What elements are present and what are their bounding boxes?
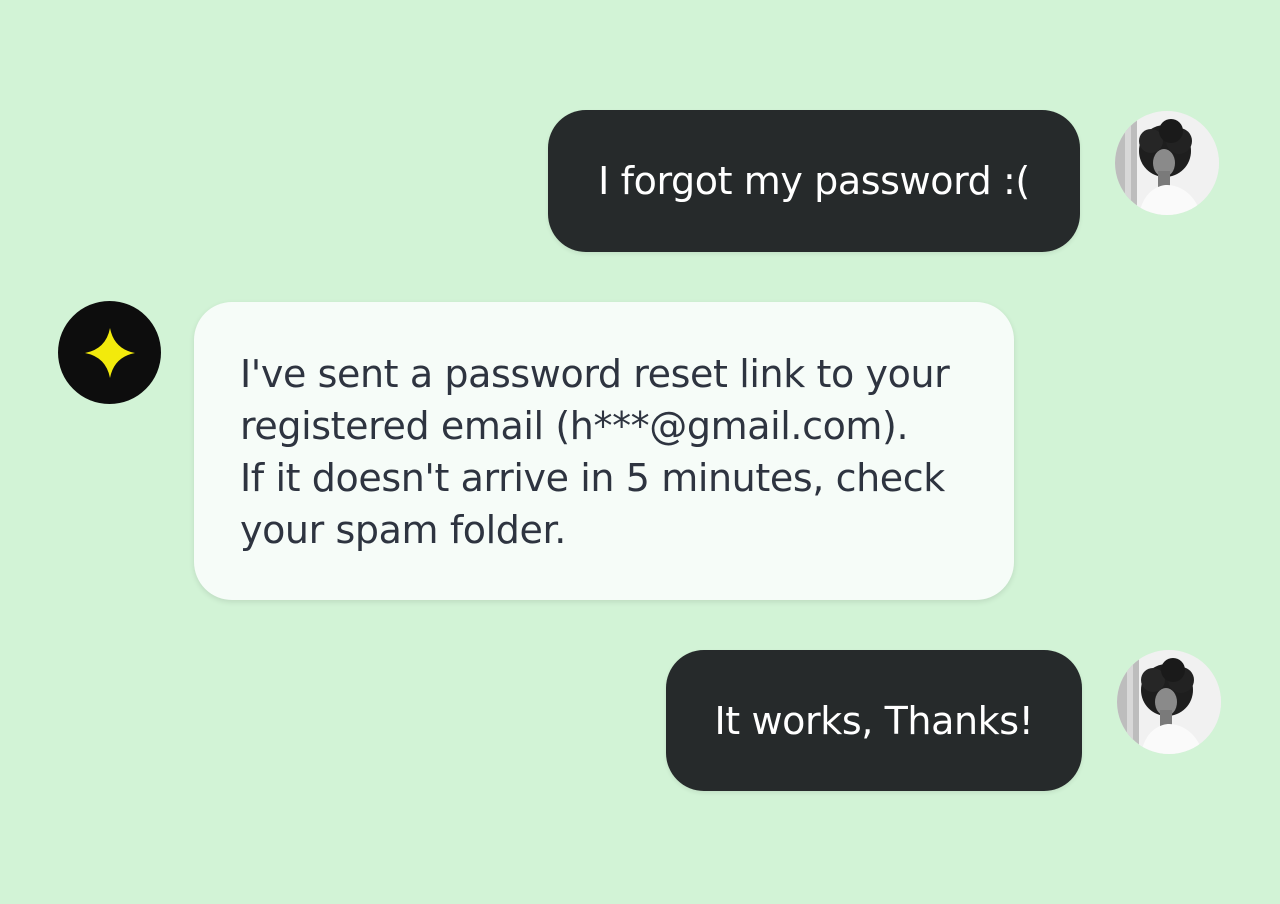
bot-message-line: your spam folder.: [240, 508, 566, 552]
user-avatar: [1117, 650, 1221, 754]
user-message-text: It works, Thanks!: [714, 698, 1034, 743]
sparkle-icon: [84, 327, 135, 378]
bot-message-bubble: I've sent a password reset link to your …: [194, 302, 1014, 600]
user-message-bubble: I forgot my password :(: [548, 110, 1080, 252]
bot-message-line: If it doesn't arrive in 5 minutes, check: [240, 456, 945, 500]
user-photo-icon: [1117, 650, 1221, 754]
bot-message-line: registered email (h***@gmail.com).: [240, 404, 909, 448]
bot-message-line: I've sent a password reset link to your: [240, 352, 950, 396]
user-message-text: I forgot my password :(: [598, 159, 1030, 203]
user-photo-icon: [1115, 111, 1219, 215]
user-avatar: [1115, 111, 1219, 215]
user-message-bubble: It works, Thanks!: [666, 650, 1082, 791]
bot-avatar: [58, 301, 161, 404]
